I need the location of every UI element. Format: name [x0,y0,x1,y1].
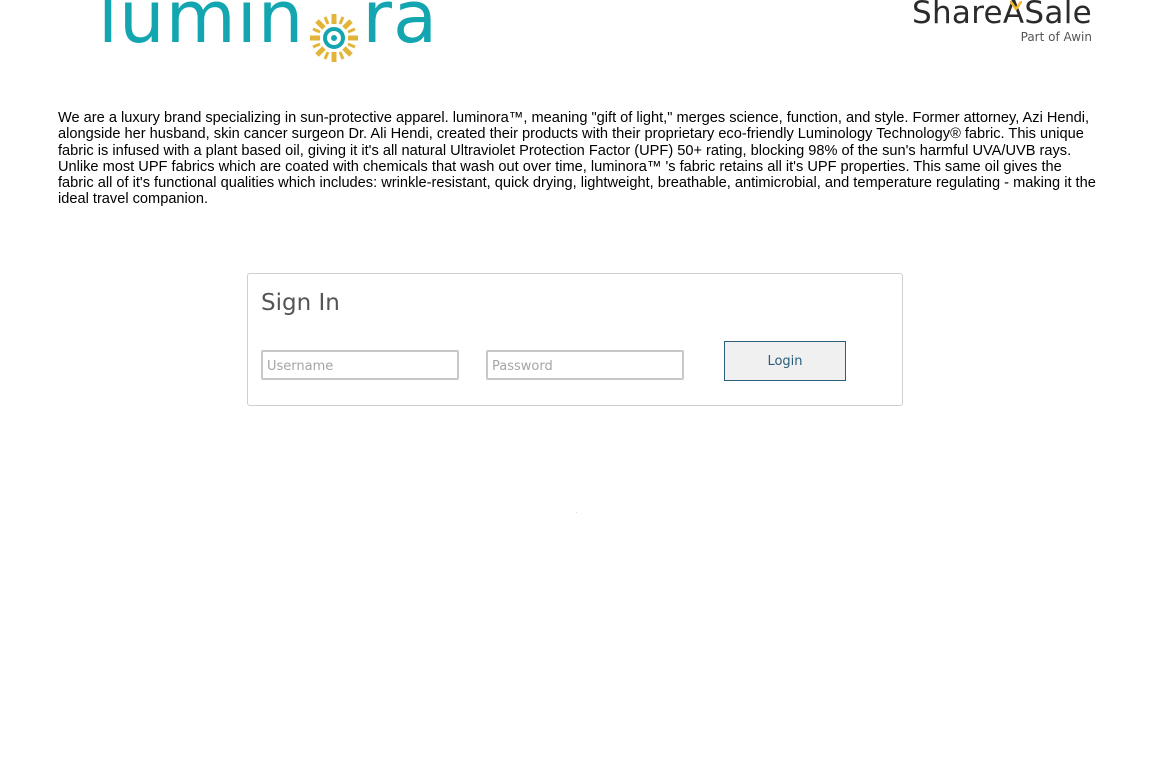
brand-wordmark-end: ra [362,0,439,59]
brand-logo: lumin ra [98,0,456,62]
stray-pixel [576,512,577,513]
login-button[interactable]: Login [724,341,846,381]
sun-icon [308,4,360,62]
password-input[interactable] [486,350,684,380]
partner-tagline: Part of Awin [1020,30,1092,44]
signin-title: Sign In [261,290,340,316]
partner-name: ShareASale [911,0,1092,31]
brand-wordmark: lumin ra [98,0,456,62]
brand-description: We are a luxury brand specializing in su… [58,110,1096,208]
username-input[interactable] [261,350,459,380]
partner-name-wrap: ShareASale [912,0,1092,32]
partner-logo: ShareASale Part of Awin [912,0,1092,44]
signin-panel: Sign In Login [247,273,903,406]
trademark-symbol: ™ [442,0,456,14]
brand-wordmark-start: lumin [98,0,305,59]
page: lumin ra ShareASale Part of Awin We are … [0,0,1152,768]
